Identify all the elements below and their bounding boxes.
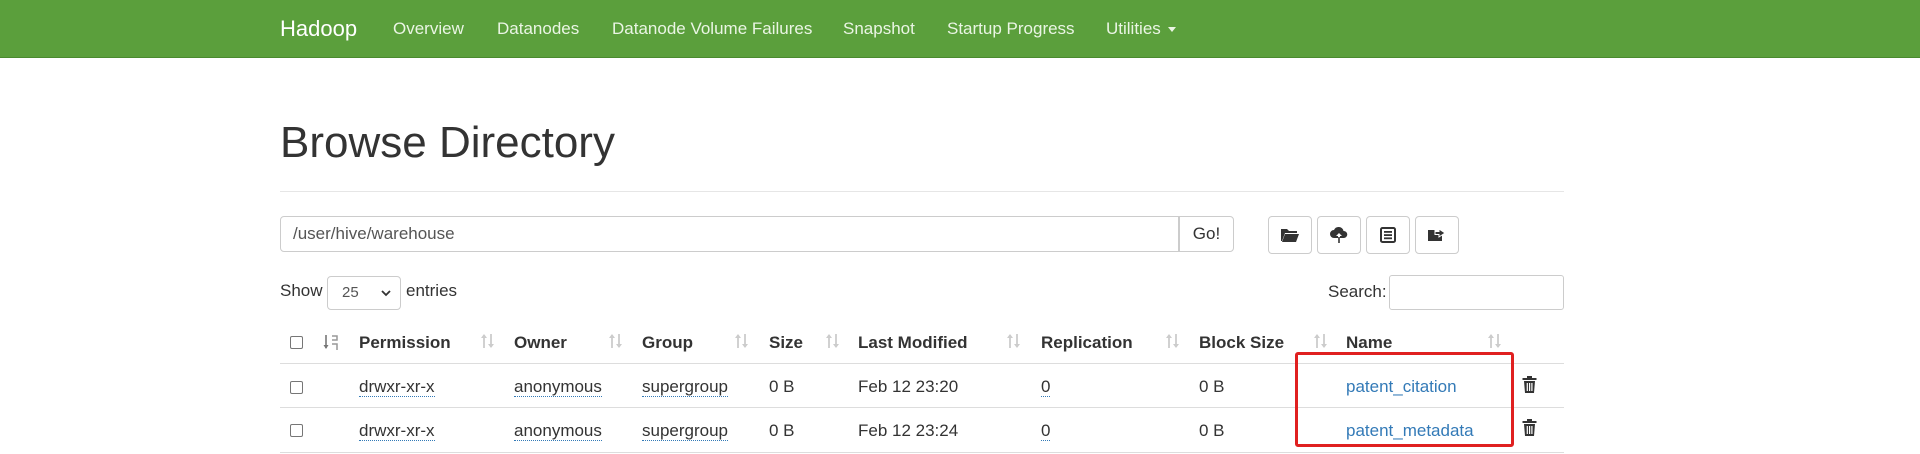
column-header-group[interactable]: Group (642, 333, 693, 353)
top-navbar: Hadoop Overview Datanodes Datanode Volum… (0, 0, 1920, 58)
chevron-down-icon (381, 290, 391, 297)
sort-icon[interactable] (608, 332, 624, 350)
cell-group[interactable]: supergroup (642, 421, 729, 441)
sort-icon[interactable] (825, 332, 841, 350)
upload-files-button[interactable] (1317, 216, 1361, 254)
cell-size: 0 B (769, 377, 795, 396)
sort-icon[interactable] (1006, 332, 1022, 350)
cell-replication[interactable]: 0 (1041, 377, 1051, 397)
row-checkbox[interactable] (290, 424, 303, 437)
nav-utilities-dropdown[interactable]: Utilities (1106, 0, 1176, 57)
upload-icon (1330, 226, 1348, 243)
page-size-value: 25 (342, 284, 359, 301)
directory-path-input[interactable] (280, 216, 1179, 252)
group-value: supergroup (642, 377, 729, 397)
column-header-last-modified[interactable]: Last Modified (858, 333, 968, 353)
show-label: Show (280, 281, 323, 300)
group-value: supergroup (642, 421, 729, 441)
column-header-permission[interactable]: Permission (359, 333, 451, 353)
column-header-block-size[interactable]: Block Size (1199, 333, 1284, 353)
cell-block-size: 0 B (1199, 421, 1225, 440)
table-bottom-divider (280, 452, 1564, 453)
trash-icon[interactable] (1522, 419, 1537, 437)
sort-icon[interactable] (1313, 332, 1329, 350)
select-all-checkbox[interactable] (290, 336, 303, 349)
cell-group[interactable]: supergroup (642, 377, 729, 397)
cell-block-size: 0 B (1199, 377, 1225, 396)
cell-replication[interactable]: 0 (1041, 421, 1051, 441)
move-items-button[interactable] (1415, 216, 1459, 254)
page-size-select[interactable]: 25 (327, 276, 401, 310)
cell-last-modified: Feb 12 23:20 (858, 377, 959, 396)
permission-value: drwxr-xr-x (359, 421, 435, 441)
search-label: Search: (1328, 282, 1387, 301)
permission-value: drwxr-xr-x (359, 377, 435, 397)
page-title: Browse Directory (280, 118, 615, 167)
sort-icon[interactable] (480, 332, 496, 350)
brand-logo[interactable]: Hadoop (280, 0, 357, 57)
caret-down-icon (1167, 27, 1176, 33)
cell-size: 0 B (769, 421, 795, 440)
column-header-size[interactable]: Size (769, 333, 803, 353)
cell-owner[interactable]: anonymous (514, 421, 602, 441)
trash-icon[interactable] (1522, 376, 1537, 394)
annotation-highlight-box (1295, 352, 1514, 447)
sort-icon[interactable] (734, 332, 750, 350)
nav-overview[interactable]: Overview (393, 0, 464, 57)
nav-utilities-label: Utilities (1106, 19, 1161, 38)
column-header-name[interactable]: Name (1346, 333, 1392, 353)
nav-datanode-volume-failures[interactable]: Datanode Volume Failures (612, 0, 812, 57)
cell-permission[interactable]: drwxr-xr-x (359, 377, 435, 397)
search-input[interactable] (1389, 275, 1564, 310)
sort-numeric-icon[interactable] (323, 334, 341, 352)
entries-label: entries (406, 281, 458, 300)
owner-value: anonymous (514, 421, 602, 441)
owner-value: anonymous (514, 377, 602, 397)
sort-icon[interactable] (1165, 332, 1181, 350)
column-header-replication[interactable]: Replication (1041, 333, 1133, 353)
list-icon (1380, 227, 1396, 243)
column-header-owner[interactable]: Owner (514, 333, 567, 353)
go-button[interactable]: Go! (1179, 216, 1234, 252)
folder-open-icon (1281, 229, 1299, 242)
create-directory-button[interactable] (1268, 216, 1312, 254)
nav-datanodes[interactable]: Datanodes (497, 0, 579, 57)
cell-last-modified: Feb 12 23:24 (858, 421, 959, 440)
cell-permission[interactable]: drwxr-xr-x (359, 421, 435, 441)
row-checkbox[interactable] (290, 381, 303, 394)
cell-owner[interactable]: anonymous (514, 377, 602, 397)
replication-value: 0 (1041, 421, 1051, 441)
replication-value: 0 (1041, 377, 1051, 397)
nav-snapshot[interactable]: Snapshot (843, 0, 915, 57)
folder-move-icon (1428, 228, 1446, 241)
nav-startup-progress[interactable]: Startup Progress (947, 0, 1075, 57)
sort-icon[interactable] (1487, 332, 1503, 350)
cut-paste-list-button[interactable] (1366, 216, 1410, 254)
title-divider (280, 191, 1564, 192)
